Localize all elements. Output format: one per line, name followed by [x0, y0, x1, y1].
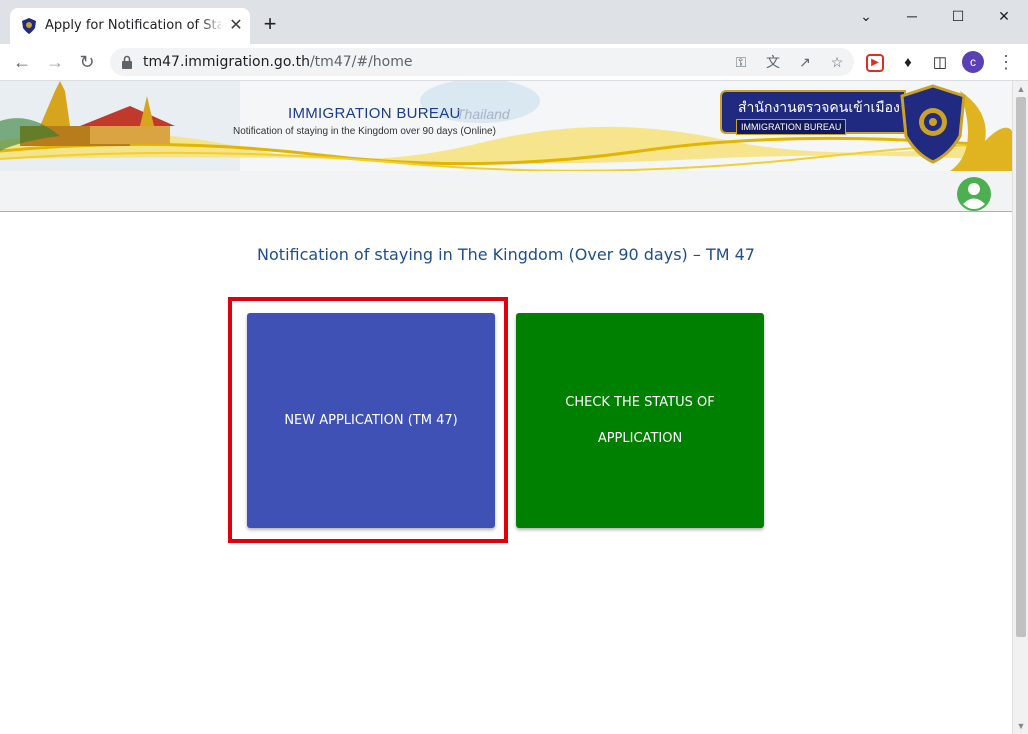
immigration-favicon-icon	[22, 18, 36, 34]
tab-title-fade	[200, 16, 224, 36]
thai-agency-name: สำนักงานตรวจคนเข้าเมือง	[738, 100, 900, 116]
close-window-button[interactable]: ✕	[984, 4, 1024, 28]
new-application-label: NEW APPLICATION (TM 47)	[284, 413, 458, 428]
tab-title: Apply for Notification of Staying in the…	[45, 18, 221, 33]
bureau-title: IMMIGRATION BUREAU	[288, 105, 461, 122]
english-agency-name: IMMIGRATION BUREAU	[736, 119, 847, 135]
forward-arrow-icon[interactable]: →	[43, 50, 67, 74]
police-shield-icon	[900, 84, 966, 164]
close-tab-icon[interactable]: ✕	[226, 16, 246, 36]
address-bar[interactable]: tm47.immigration.go.th/tm47/#/home ⚿ 文 ↗…	[110, 48, 854, 76]
url-text[interactable]: tm47.immigration.go.th/tm47/#/home	[143, 54, 412, 70]
page-heading: Notification of staying in The Kingdom (…	[257, 245, 755, 264]
tab-strip: Apply for Notification of Staying in the…	[0, 0, 1028, 44]
page-scrollbar[interactable]: ▲ ▼	[1012, 81, 1028, 734]
user-account-icon[interactable]	[956, 176, 992, 212]
new-tab-button[interactable]: +	[260, 13, 280, 35]
minimize-button[interactable]: ─	[892, 4, 932, 28]
maximize-button[interactable]: ☐	[938, 4, 978, 28]
bureau-subtitle: Notification of staying in the Kingdom o…	[233, 126, 496, 137]
extension-red-icon[interactable]: ▶	[866, 54, 884, 72]
check-status-label-line1: CHECK THE STATUS OF	[565, 394, 715, 410]
scroll-up-icon[interactable]: ▲	[1016, 84, 1026, 94]
check-status-label-line2: APPLICATION	[597, 430, 683, 446]
bookmark-star-icon[interactable]: ☆	[828, 53, 846, 71]
back-arrow-icon[interactable]: ←	[10, 50, 34, 74]
browser-tab[interactable]: Apply for Notification of Staying in the…	[10, 8, 250, 44]
password-key-icon[interactable]: ⚿	[732, 53, 750, 71]
scroll-down-icon[interactable]: ▼	[1016, 721, 1026, 731]
page-content: IMMIGRATION BUREAU Thailand Notification…	[0, 81, 1012, 734]
tab-search-icon[interactable]: ⌄	[846, 4, 886, 28]
bureau-country: Thailand	[456, 106, 510, 122]
browser-menu-icon[interactable]: ⋮	[996, 50, 1016, 74]
translate-icon[interactable]: 文	[764, 53, 782, 71]
header-banner: IMMIGRATION BUREAU Thailand Notification…	[0, 81, 1012, 171]
new-application-button[interactable]: NEW APPLICATION (TM 47)	[247, 313, 495, 528]
profile-avatar[interactable]: c	[962, 51, 984, 73]
lock-icon	[122, 55, 132, 69]
url-host: tm47.immigration.go.th	[143, 54, 310, 70]
check-status-button[interactable]: CHECK THE STATUS OF APPLICATION	[516, 313, 764, 528]
reload-icon[interactable]: ↻	[75, 50, 99, 74]
navbar	[0, 171, 1012, 212]
browser-toolbar: ← → ↻ tm47.immigration.go.th/tm47/#/home…	[0, 44, 1028, 81]
side-panel-icon[interactable]: ◫	[930, 53, 950, 73]
url-path: /tm47/#/home	[309, 54, 413, 70]
scrollbar-thumb[interactable]	[1016, 97, 1026, 637]
share-icon[interactable]: ↗	[796, 53, 814, 71]
extensions-puzzle-icon[interactable]: ♦	[898, 53, 918, 73]
